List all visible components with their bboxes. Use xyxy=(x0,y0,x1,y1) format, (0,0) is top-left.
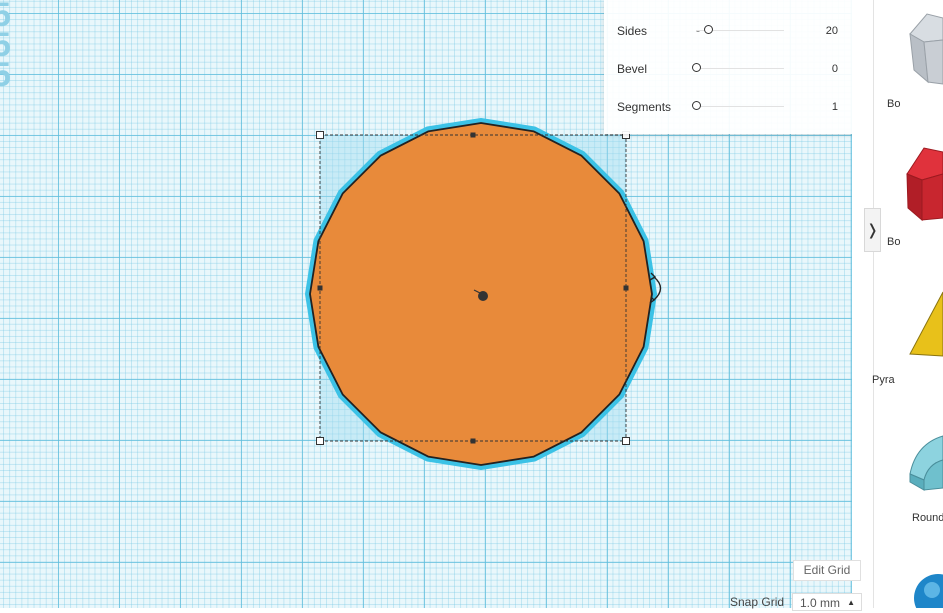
shape-label: Round xyxy=(912,512,943,524)
roundroof-teal-icon xyxy=(909,435,943,491)
snap-grid-select[interactable]: 1.0 mm ▲ xyxy=(792,593,862,611)
param-slider-thumb[interactable] xyxy=(692,101,701,110)
box-red-icon xyxy=(906,147,943,222)
shapes-sidebar: ❭ Bo Bo Pyra Round xyxy=(852,0,943,613)
param-slider-track[interactable] xyxy=(696,25,784,34)
caret-up-icon: ▲ xyxy=(847,598,855,607)
edit-grid-button[interactable]: Edit Grid xyxy=(793,560,861,581)
edge-handle-bottom[interactable] xyxy=(470,438,476,444)
param-row-bevel: Bevel 0 xyxy=(604,60,860,90)
box-gray-icon xyxy=(909,13,943,85)
corner-handle-top-left[interactable] xyxy=(316,131,324,139)
shape-label: Bo xyxy=(887,236,901,248)
param-label: Sides xyxy=(617,24,648,38)
shape-tile-box-red[interactable]: Bo xyxy=(887,144,943,254)
param-row-segments: Segments 1 xyxy=(604,98,860,128)
shape-tile-pyramid[interactable]: Pyra xyxy=(872,284,943,394)
shape-label: Bo xyxy=(887,98,901,110)
param-label: Segments xyxy=(617,100,672,114)
chevron-right-icon: ❭ xyxy=(866,222,879,239)
param-slider-track[interactable] xyxy=(692,101,784,110)
param-value[interactable]: 20 xyxy=(826,22,838,40)
snap-grid-label: Snap Grid xyxy=(730,595,785,609)
param-row-sides: Sides - 20 xyxy=(604,22,860,52)
param-slider-thumb[interactable] xyxy=(704,25,713,34)
sphere-blue-icon xyxy=(914,574,943,613)
shape-tile-sphere[interactable] xyxy=(902,566,943,613)
sidebar-divider xyxy=(873,0,874,608)
pyramid-yellow-icon xyxy=(909,291,943,357)
corner-handle-bottom-right[interactable] xyxy=(622,437,630,445)
param-slider-track[interactable] xyxy=(692,63,784,72)
shape-parameters-panel: Sides - 20 Bevel 0 Segments 1 xyxy=(604,0,860,134)
param-value[interactable]: 0 xyxy=(832,60,838,78)
param-slider-thumb[interactable] xyxy=(692,63,701,72)
edge-handle-right[interactable] xyxy=(623,285,629,291)
param-label: Bevel xyxy=(617,62,648,76)
edge-handle-left[interactable] xyxy=(317,285,323,291)
param-value[interactable]: 1 xyxy=(832,98,838,116)
sidebar-collapse-button[interactable]: ❭ xyxy=(864,208,881,252)
corner-handle-bottom-left[interactable] xyxy=(316,437,324,445)
shape-tile-box-gray[interactable]: Bo xyxy=(887,4,943,114)
edge-handle-top[interactable] xyxy=(470,132,476,138)
shape-tile-roundroof[interactable]: Round xyxy=(902,424,943,534)
shape-label: Pyra xyxy=(872,374,895,386)
